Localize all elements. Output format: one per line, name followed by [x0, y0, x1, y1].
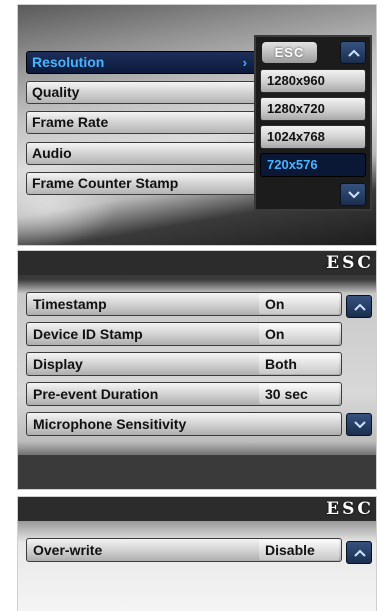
chevron-down-icon — [348, 191, 360, 199]
setting-label: Microphone Sensitivity — [33, 416, 187, 432]
esc-button[interactable]: ESC — [324, 499, 376, 519]
setting-value[interactable]: On — [259, 294, 339, 314]
setting-row-display[interactable]: Display Both — [26, 352, 342, 376]
scroll-up-button[interactable] — [340, 41, 366, 64]
menu-item-label: Resolution — [32, 54, 105, 70]
setting-row-over-write[interactable]: Over-write Disable — [26, 538, 342, 562]
menu-item-frame-counter-stamp[interactable]: Frame Counter Stamp — [26, 172, 256, 195]
chevron-up-icon — [354, 549, 366, 557]
menu-item-label: Frame Rate — [32, 114, 109, 130]
menu-item-label: Audio — [32, 145, 72, 161]
menu-item-quality[interactable]: Quality — [26, 81, 256, 104]
setting-row-device-id-stamp[interactable]: Device ID Stamp On — [26, 322, 342, 346]
resolution-option-720x576[interactable]: 720x576 — [260, 153, 366, 177]
menu-item-audio[interactable]: Audio — [26, 142, 256, 165]
resolution-option-1024x768[interactable]: 1024x768 — [260, 125, 366, 149]
overwrite-menu-screen: ESC Over-write Disable — [17, 496, 377, 611]
scroll-down-button[interactable] — [340, 183, 366, 206]
chevron-down-icon — [354, 421, 366, 429]
setting-row-pre-event-duration[interactable]: Pre-event Duration 30 sec — [26, 382, 342, 406]
scroll-up-button[interactable] — [346, 541, 372, 564]
esc-button[interactable]: ESC — [262, 42, 317, 63]
setting-label: Pre-event Duration — [33, 386, 159, 402]
top-bar: ESC — [18, 497, 376, 521]
setting-value[interactable]: On — [259, 324, 339, 344]
setting-label: Timestamp — [33, 296, 107, 312]
chevron-up-icon — [354, 303, 366, 311]
setting-value[interactable]: 30 sec — [259, 384, 339, 404]
resolution-option-1280x720[interactable]: 1280x720 — [260, 97, 366, 121]
setting-value[interactable]: Both — [259, 354, 339, 374]
menu-item-resolution[interactable]: Resolution › — [26, 51, 256, 74]
chevron-right-icon: › — [242, 55, 247, 70]
resolution-menu-screen: Resolution › Quality Frame Rate Audio Fr… — [17, 4, 377, 246]
setting-label: Device ID Stamp — [33, 326, 143, 342]
scroll-down-button[interactable] — [346, 413, 372, 436]
menu-item-label: Quality — [32, 84, 80, 100]
menu-item-frame-rate[interactable]: Frame Rate — [26, 111, 256, 134]
resolution-submenu: ESC 1280x960 1280x720 1024x768 720x576 — [254, 35, 372, 211]
settings-menu-screen: ESC Timestamp On Device ID Stamp On Disp… — [17, 250, 377, 490]
setting-label: Display — [33, 356, 83, 372]
scroll-up-button[interactable] — [346, 295, 372, 318]
setting-row-microphone-sensitivity[interactable]: Microphone Sensitivity — [26, 412, 342, 436]
resolution-option-1280x960[interactable]: 1280x960 — [260, 69, 366, 93]
top-bar: ESC — [18, 251, 376, 275]
setting-row-timestamp[interactable]: Timestamp On — [26, 292, 342, 316]
setting-value[interactable]: Disable — [259, 540, 339, 560]
chevron-up-icon — [348, 49, 360, 57]
menu-item-label: Frame Counter Stamp — [32, 175, 179, 191]
bottom-bar — [18, 455, 376, 489]
esc-button[interactable]: ESC — [324, 253, 376, 273]
setting-label: Over-write — [33, 542, 103, 558]
